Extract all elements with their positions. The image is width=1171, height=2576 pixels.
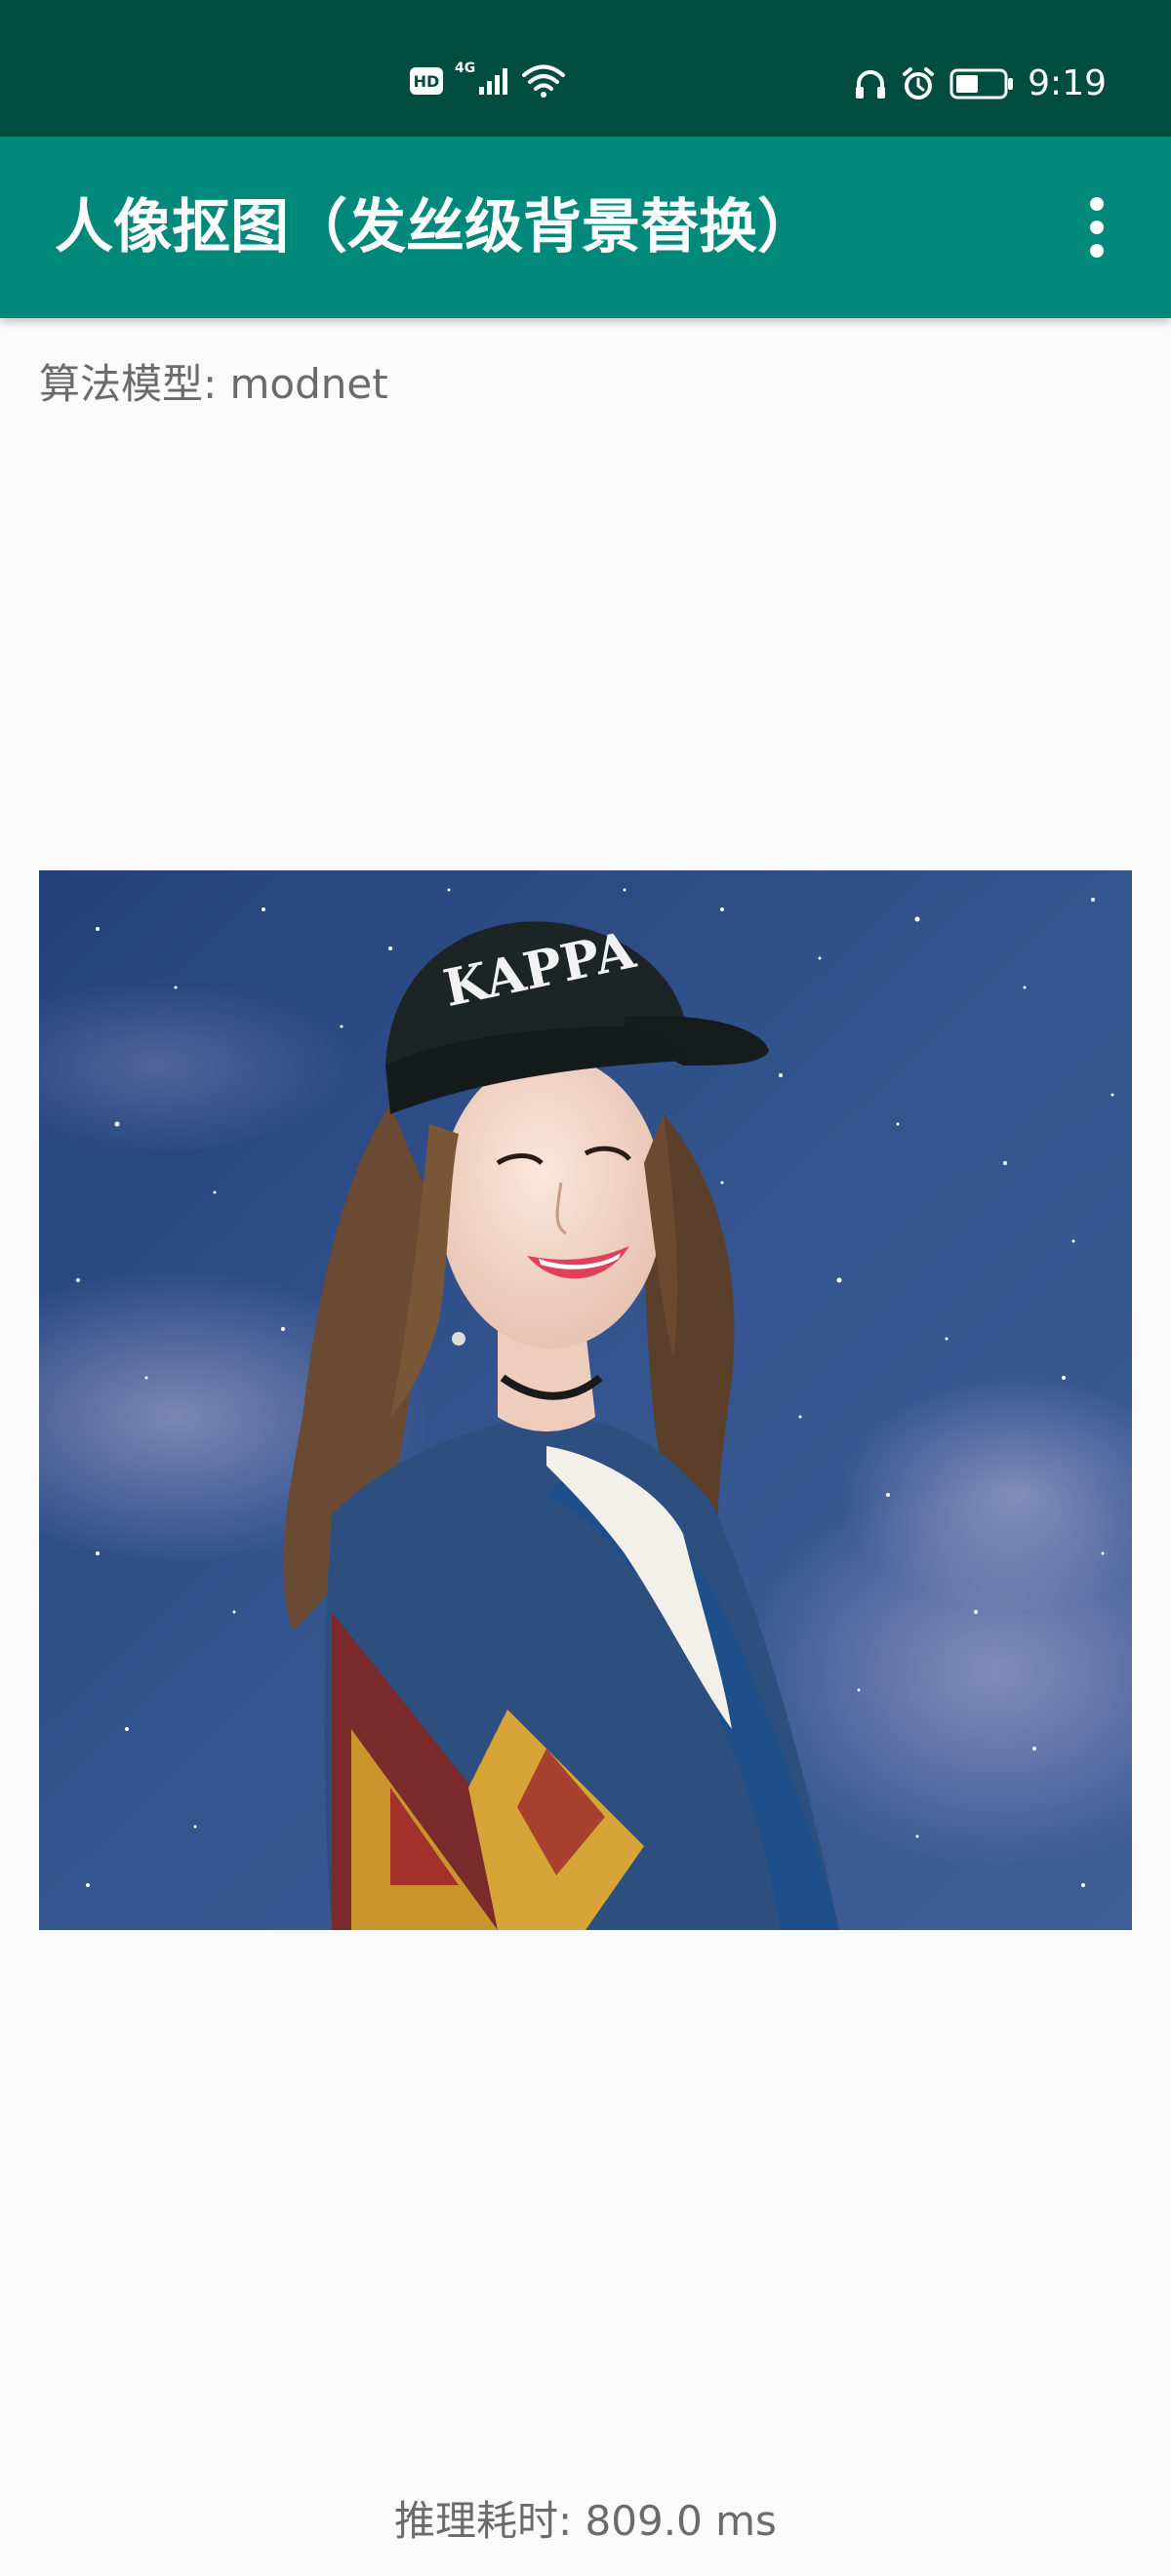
battery-icon	[949, 68, 1014, 100]
network-status: HD 4G	[410, 60, 566, 98]
headphones-icon	[856, 70, 886, 99]
status-bar: HD 4G 9:19	[0, 0, 1171, 137]
app-title: 人像抠图（发丝级背景替换）	[55, 193, 816, 262]
menu-dot	[1090, 244, 1104, 258]
app-bar: 人像抠图（发丝级背景替换）	[0, 137, 1171, 318]
system-status: 9:19	[854, 64, 1107, 103]
alarm-icon	[903, 67, 935, 100]
signal-icon	[479, 68, 508, 95]
more-vert-icon[interactable]	[1058, 188, 1136, 266]
model-label: 算法模型: modnet	[39, 360, 388, 408]
network-type: 4G	[455, 60, 476, 76]
status-time: 9:19	[1028, 63, 1107, 103]
wifi-icon	[522, 64, 566, 98]
menu-dot	[1090, 197, 1104, 211]
result-image: KAPPA	[39, 870, 1132, 1930]
portrait-illustration: KAPPA	[39, 870, 1132, 1930]
inference-time: 推理耗时: 809.0 ms	[394, 2497, 777, 2545]
menu-dot	[1090, 221, 1104, 234]
hd-badge: HD	[410, 67, 443, 95]
